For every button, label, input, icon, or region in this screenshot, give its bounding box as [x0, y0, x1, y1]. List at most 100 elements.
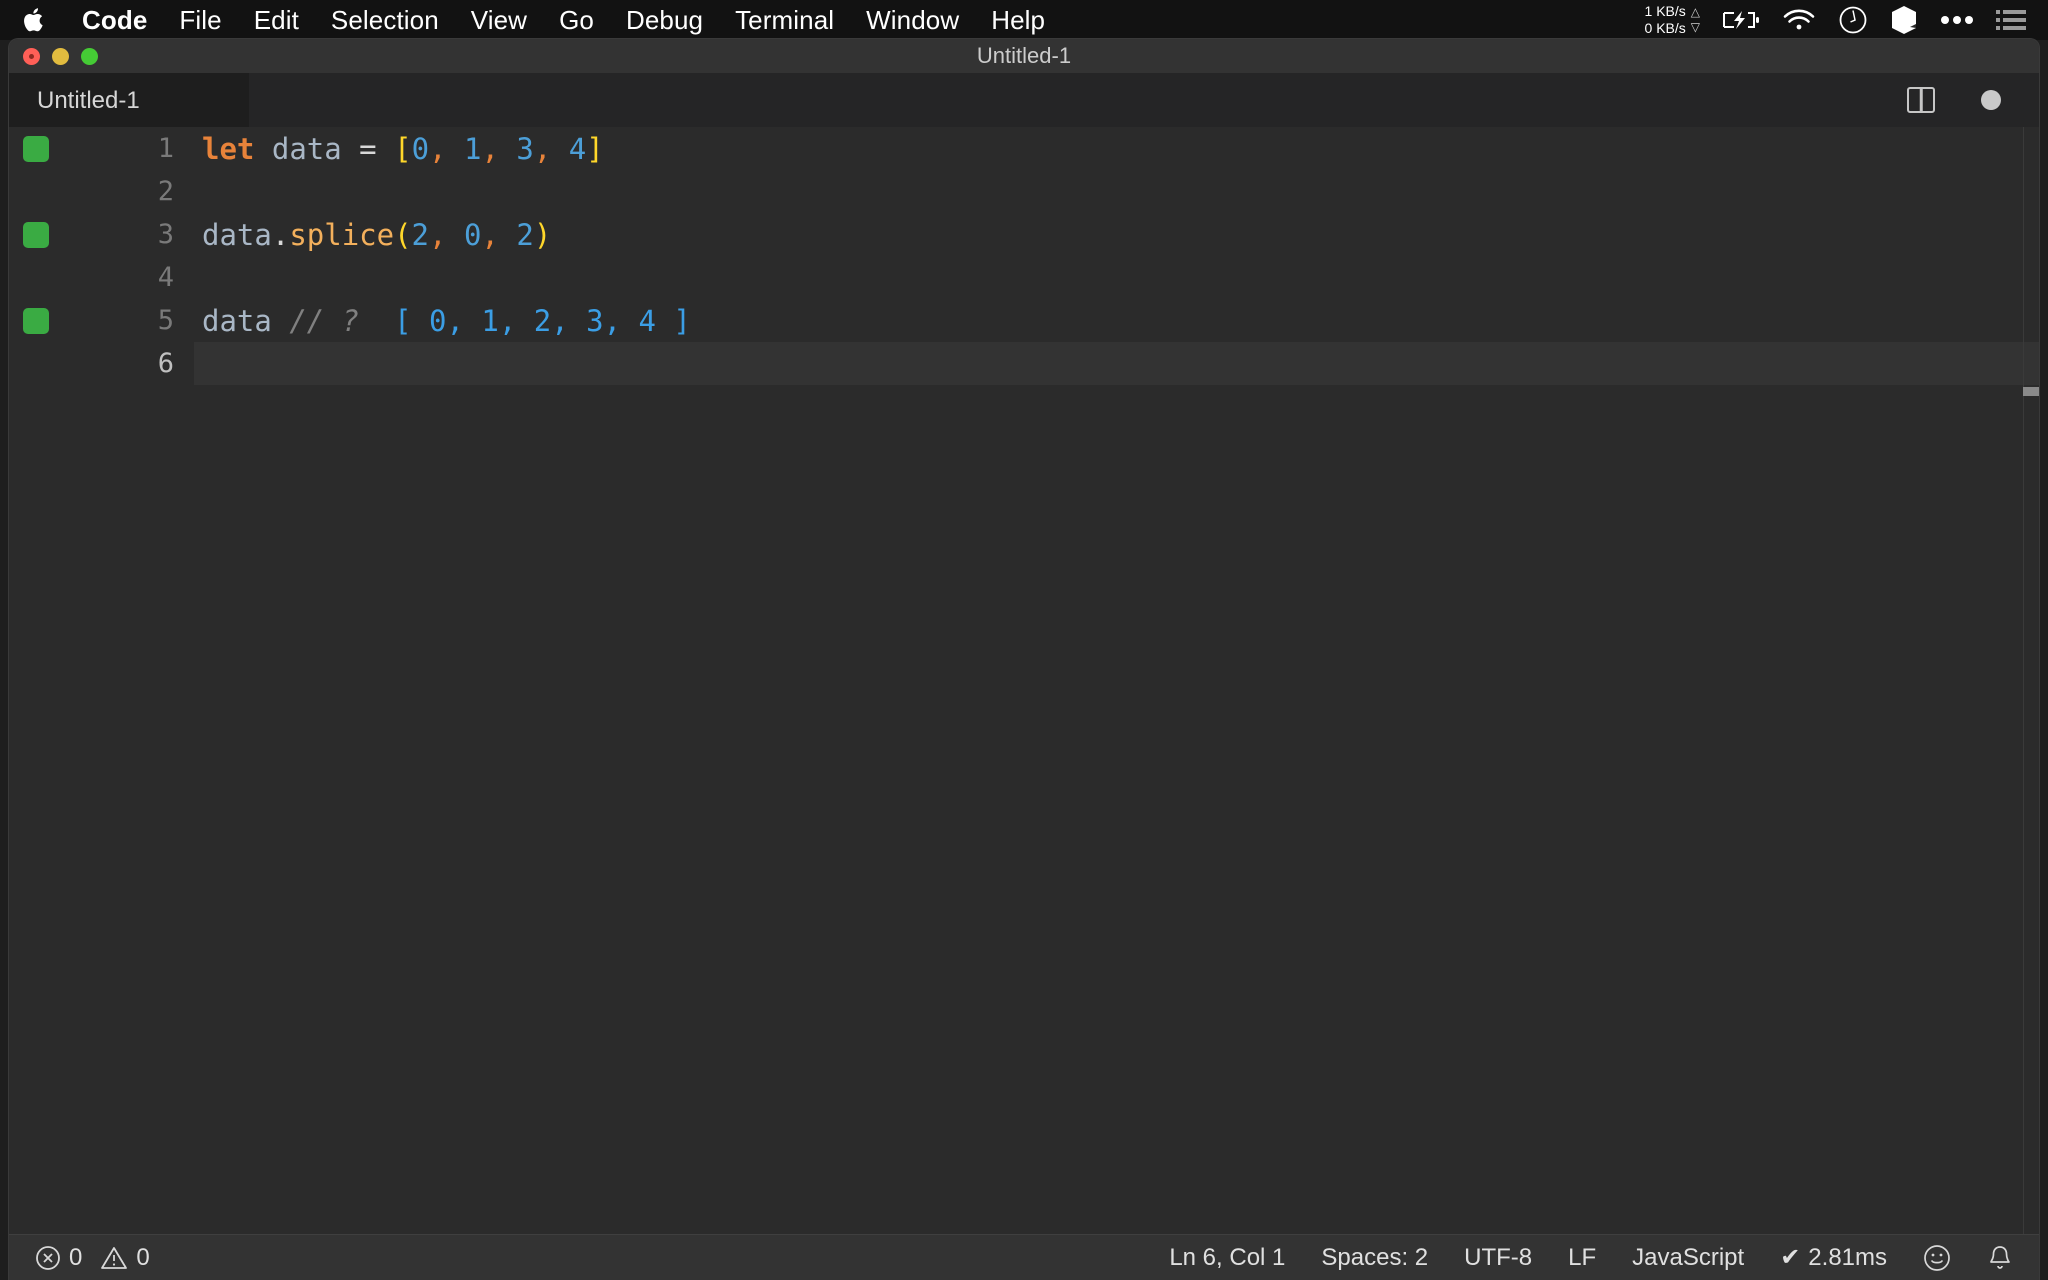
menu-item-window[interactable]: Window — [850, 0, 975, 40]
unsaved-indicator-dot[interactable] — [1981, 90, 2001, 110]
code-line-content[interactable]: let data = [0, 1, 3, 4] — [194, 127, 2039, 170]
apple-logo-icon[interactable] — [22, 5, 48, 35]
gutter-glyph-margin[interactable] — [9, 213, 99, 256]
code-token-comment: // ? — [289, 303, 360, 338]
gutter-glyph-margin[interactable] — [9, 127, 99, 170]
code-token-num: 4 — [568, 131, 587, 166]
line-ending-status[interactable]: LF — [1568, 1244, 1596, 1272]
gutter-glyph-margin[interactable] — [9, 299, 99, 342]
code-token-bracket: ] — [586, 131, 604, 166]
code-token-num: 0 — [411, 131, 430, 166]
coverage-indicator-icon — [23, 307, 49, 334]
cube-icon[interactable] — [1890, 5, 1918, 35]
menu-item-debug[interactable]: Debug — [610, 0, 719, 40]
gutter-glyph-margin[interactable] — [9, 342, 99, 385]
menu-item-terminal[interactable]: Terminal — [719, 0, 850, 40]
line-number: 4 — [157, 262, 174, 293]
cursor-position-status[interactable]: Ln 6, Col 1 — [1169, 1244, 1285, 1272]
split-editor-icon[interactable] — [1907, 87, 1935, 113]
battery-charging-icon[interactable] — [1722, 9, 1760, 31]
minimize-button[interactable] — [52, 47, 69, 65]
menu-item-view[interactable]: View — [455, 0, 543, 40]
clock-icon[interactable] — [1838, 5, 1868, 35]
network-speed-indicator[interactable]: 1 KB/s 0 KB/s △ ▽ — [1645, 3, 1700, 38]
encoding-status[interactable]: UTF-8 — [1464, 1244, 1532, 1272]
editor-line[interactable]: 2 — [9, 170, 2039, 213]
run-time-value: 2.81ms — [1808, 1243, 1887, 1271]
editor-line[interactable]: 3 data. splice(2, 0, 2) — [9, 213, 2039, 256]
code-line-content[interactable] — [194, 256, 2039, 299]
code-token-comma: , — [481, 217, 499, 252]
menubar-status-area: 1 KB/s 0 KB/s △ ▽ — [1645, 3, 2030, 38]
language-mode-status[interactable]: JavaScript — [1632, 1244, 1744, 1272]
ellipsis-icon[interactable] — [1940, 15, 1974, 25]
upload-arrow-icon: △ — [1690, 5, 1700, 19]
code-token-comma: , — [429, 131, 447, 166]
menu-item-code[interactable]: Code — [66, 0, 163, 40]
editor-line[interactable]: 1 let data = [0, 1, 3, 4] — [9, 127, 2039, 170]
menu-item-go[interactable]: Go — [543, 0, 610, 40]
download-arrow-icon: ▽ — [1690, 20, 1700, 34]
macos-menubar: Code File Edit Selection View Go Debug T… — [0, 0, 2048, 40]
code-token-num: 2 — [411, 217, 430, 252]
list-icon[interactable] — [1996, 9, 2026, 31]
gutter-glyph-margin[interactable] — [9, 170, 99, 213]
code-line-content[interactable] — [194, 342, 2039, 385]
wifi-icon[interactable] — [1782, 8, 1816, 32]
zoom-button[interactable] — [81, 47, 98, 65]
warning-triangle-icon — [100, 1245, 128, 1271]
problems-status[interactable]: 0 0 — [35, 1244, 150, 1272]
feedback-button[interactable] — [1923, 1244, 1951, 1272]
code-token-bracket: ) — [533, 217, 552, 252]
code-editor[interactable]: 1 let data = [0, 1, 3, 4] 2 3 data. splice(2,… — [9, 127, 2039, 1234]
run-time-status[interactable]: ✔ 2.81ms — [1780, 1243, 1887, 1272]
menu-item-edit[interactable]: Edit — [238, 0, 315, 40]
code-token-var: data — [271, 131, 342, 166]
code-token-num: 3 — [516, 131, 534, 166]
status-bar-right: Ln 6, Col 1 Spaces: 2 UTF-8 LF JavaScrip… — [1169, 1243, 2039, 1272]
code-token-bracket: ( — [394, 217, 412, 252]
menu-item-help[interactable]: Help — [975, 0, 1061, 40]
code-line-content[interactable]: data // ? [ 0, 1, 2, 3, 4 ] — [194, 299, 2039, 342]
editor-line[interactable]: 5 data // ? [ 0, 1, 2, 3, 4 ] — [9, 299, 2039, 342]
overview-ruler[interactable] — [2023, 127, 2039, 1234]
line-number: 5 — [157, 305, 174, 336]
code-line-content[interactable]: data. splice(2, 0, 2) — [194, 213, 2039, 256]
coverage-indicator-icon — [23, 221, 49, 248]
indentation-status[interactable]: Spaces: 2 — [1321, 1244, 1428, 1272]
notifications-button[interactable] — [1987, 1244, 2013, 1272]
close-button[interactable] — [23, 47, 40, 65]
code-token-comma: , — [429, 217, 447, 252]
warning-count: 0 — [136, 1243, 150, 1271]
code-token-op: = — [359, 131, 377, 166]
bell-icon — [1987, 1244, 2013, 1272]
code-token-num: 1 — [463, 131, 482, 166]
line-number: 6 — [157, 348, 174, 379]
code-token-result: [ 0, 1, 2, 3, 4 ] — [394, 303, 691, 338]
status-bar: 0 0 Ln 6, Col 1 Spaces: 2 UTF-8 LF JavaS… — [9, 1234, 2039, 1280]
menu-item-file[interactable]: File — [163, 0, 237, 40]
code-token-num: 2 — [516, 217, 534, 252]
code-token-dot: . — [271, 217, 290, 252]
tab-label: Untitled-1 — [37, 86, 140, 114]
status-bar-left: 0 0 — [9, 1244, 150, 1272]
tab-untitled-1[interactable]: Untitled-1 — [9, 73, 249, 127]
editor-line[interactable]: 4 — [9, 256, 2039, 299]
menu-item-selection[interactable]: Selection — [315, 0, 455, 40]
code-token-comma: , — [481, 131, 499, 166]
error-count: 0 — [69, 1243, 83, 1271]
editor-line[interactable]: 6 — [9, 342, 2039, 385]
code-token-var: data — [202, 217, 272, 252]
code-lines-container: 1 let data = [0, 1, 3, 4] 2 3 data. splice(2,… — [9, 127, 2039, 1234]
gutter-glyph-margin[interactable] — [9, 256, 99, 299]
traffic-light-buttons — [9, 47, 98, 65]
code-token-fn: splice — [289, 217, 395, 252]
code-line-content[interactable] — [194, 170, 2039, 213]
